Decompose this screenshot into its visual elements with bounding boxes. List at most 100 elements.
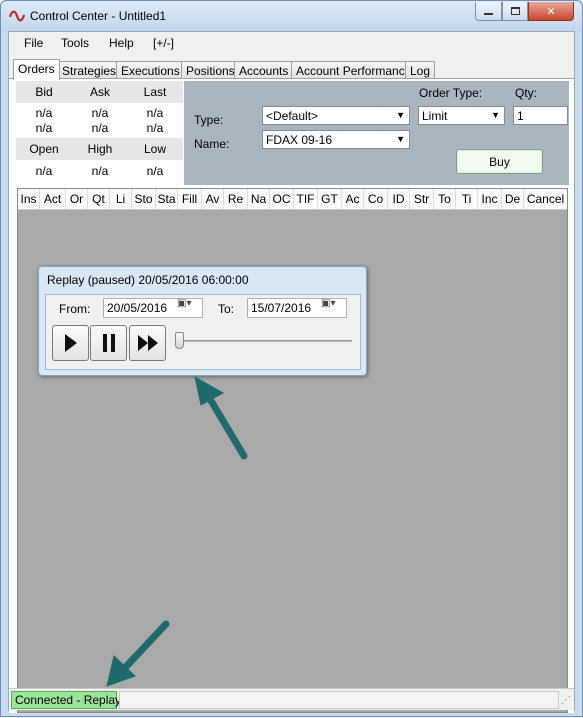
type-dropdown[interactable]: <Default> ▼ (262, 106, 410, 125)
maximize-icon (510, 7, 520, 15)
ask-label: Ask (89, 85, 110, 99)
col-ti[interactable]: Ti (456, 189, 478, 209)
buy-button[interactable]: Buy (456, 149, 543, 174)
tab-orders[interactable]: Orders (13, 59, 60, 80)
col-sta[interactable]: Sta (156, 189, 178, 209)
col-act[interactable]: Act (40, 189, 66, 209)
maximize-button[interactable] (502, 2, 528, 21)
status-bar: Connected - Replay ⋰ (9, 688, 574, 710)
type-dropdown-value: <Default> (266, 109, 319, 123)
col-de[interactable]: De (502, 189, 524, 209)
main-panel: File Tools Help [+/-] Orders Strategies … (8, 31, 575, 713)
buy-button-label: Buy (489, 154, 510, 169)
orders-grid-header: Ins Act Or Qt Li Sto Sta Fill Av Re Na O… (18, 189, 567, 210)
orders-panel: Bid Ask Last n/a n/a n/a n/a n/a n/a Ope… (9, 78, 574, 713)
replay-title: Replay (paused) 20/05/2016 06:00:00 (47, 273, 249, 287)
pause-button[interactable] (90, 325, 127, 361)
tab-strategies[interactable]: Strategies (57, 61, 122, 79)
col-oc[interactable]: OC (270, 189, 294, 209)
col-cancel[interactable]: Cancel (524, 189, 567, 209)
col-co[interactable]: Co (364, 189, 388, 209)
bid-value: n/a (35, 106, 53, 120)
connection-status: Connected - Replay (11, 691, 121, 709)
close-icon: ✕ (546, 5, 556, 18)
low-value: n/a (146, 164, 164, 178)
col-re[interactable]: Re (224, 189, 248, 209)
minimize-icon (484, 13, 493, 15)
to-date-value: 15/07/2016 (251, 301, 312, 315)
replay-controls: From: 20/05/2016 ▣▾ To: 15/07/2016 ▣▾ (45, 294, 361, 370)
quote-box: Bid Ask Last n/a n/a n/a n/a n/a n/a Ope… (16, 81, 183, 185)
menu-tools[interactable]: Tools (61, 36, 89, 50)
col-str[interactable]: Str (410, 189, 434, 209)
resize-grip-icon[interactable]: ⋰ (561, 695, 571, 706)
from-date-value: 20/05/2016 (107, 301, 168, 315)
col-av[interactable]: Av (202, 189, 224, 209)
play-icon (64, 334, 77, 352)
tab-accounts[interactable]: Accounts (234, 61, 294, 79)
minimize-button[interactable] (475, 2, 502, 21)
quote-header-row: Bid Ask Last (16, 81, 183, 103)
high-label: High (87, 142, 113, 156)
window-title: Control Center - Untitled1 (30, 9, 167, 23)
from-label: From: (59, 302, 91, 316)
chevron-down-icon: ▼ (491, 110, 500, 120)
tab-strip: Orders Strategies Executions Positions A… (9, 59, 574, 80)
status-bar-empty (119, 691, 559, 709)
calendar-icon[interactable]: ▣▾ (177, 298, 191, 309)
calendar-icon[interactable]: ▣▾ (321, 298, 335, 309)
bid-label: Bid (35, 85, 53, 99)
qty-input[interactable]: 1 (513, 106, 568, 125)
order-type-label: Order Type: (419, 86, 483, 100)
col-fill[interactable]: Fill (178, 189, 202, 209)
open-value: n/a (35, 164, 53, 178)
col-na[interactable]: Na (248, 189, 270, 209)
col-qt[interactable]: Qt (88, 189, 110, 209)
open-label: Open (29, 142, 59, 156)
col-ins[interactable]: Ins (18, 189, 40, 209)
menu-toggle-panel[interactable]: [+/-] (153, 36, 174, 50)
high-value: n/a (91, 164, 109, 178)
col-or[interactable]: Or (66, 189, 88, 209)
title-bar[interactable]: Control Center - Untitled1 ✕ (1, 1, 582, 31)
orders-grid: Ins Act Or Qt Li Sto Sta Fill Av Re Na O… (17, 188, 568, 713)
col-sto[interactable]: Sto (132, 189, 156, 209)
qty-label: Qty: (515, 86, 538, 100)
order-type-dropdown[interactable]: Limit ▼ (418, 106, 505, 125)
menu-help[interactable]: Help (109, 36, 134, 50)
app-logo-icon (9, 10, 25, 22)
tab-positions[interactable]: Positions (181, 61, 240, 79)
order-entry-area: Type: <Default> ▼ Name: FDAX 09-16 ▼ Ord… (184, 81, 569, 185)
ask-value: n/a (91, 106, 109, 120)
last-value: n/a (146, 121, 164, 135)
menu-bar: File Tools Help [+/-] (9, 32, 574, 54)
tab-executions[interactable]: Executions (116, 61, 185, 79)
replay-slider-track[interactable] (178, 340, 352, 342)
quote-header-row: Open High Low (16, 138, 183, 160)
fast-forward-button[interactable] (129, 325, 166, 361)
bid-value: n/a (35, 121, 53, 135)
order-type-value: Limit (422, 109, 448, 123)
col-gt[interactable]: GT (318, 189, 342, 209)
to-label: To: (218, 302, 235, 316)
ask-value: n/a (91, 121, 109, 135)
menu-file[interactable]: File (24, 36, 43, 50)
col-tif[interactable]: TIF (294, 189, 318, 209)
name-dropdown[interactable]: FDAX 09-16 ▼ (262, 130, 410, 149)
tab-log[interactable]: Log (405, 61, 436, 79)
chevron-down-icon: ▼ (396, 134, 405, 144)
qty-value: 1 (517, 109, 524, 123)
col-li[interactable]: Li (110, 189, 132, 209)
col-to[interactable]: To (434, 189, 456, 209)
close-button[interactable]: ✕ (528, 2, 574, 21)
last-value: n/a (146, 106, 164, 120)
play-button[interactable] (52, 325, 89, 361)
pause-icon (102, 334, 115, 352)
col-inc[interactable]: Inc (478, 189, 502, 209)
col-id[interactable]: ID (388, 189, 410, 209)
app-window: Control Center - Untitled1 ✕ File Tools … (0, 0, 583, 717)
tab-account-performance[interactable]: Account Performance (291, 61, 417, 79)
col-ac[interactable]: Ac (342, 189, 364, 209)
last-label: Last (143, 85, 167, 99)
replay-slider-thumb[interactable] (175, 332, 184, 349)
